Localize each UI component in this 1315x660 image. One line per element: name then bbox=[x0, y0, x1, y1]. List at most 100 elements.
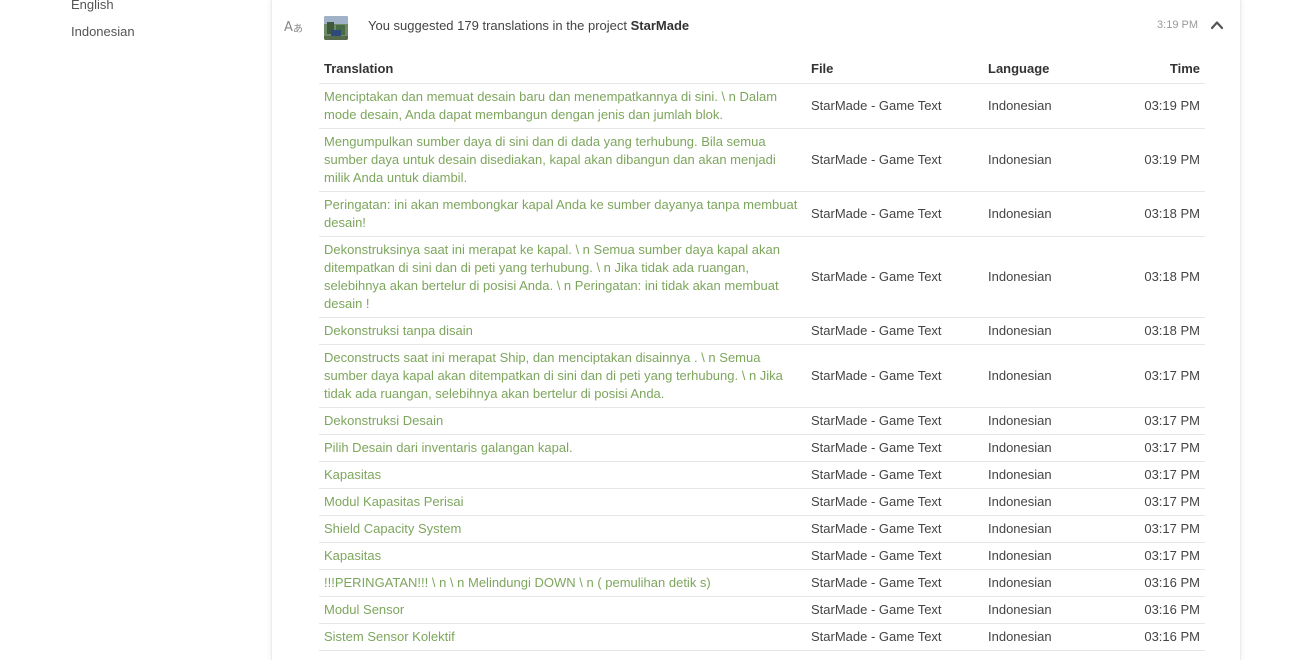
file-cell: StarMade - Game Text bbox=[806, 542, 983, 569]
translation-link[interactable]: Menciptakan dan memuat desain baru dan m… bbox=[324, 89, 777, 122]
time-cell: 03:18 PM bbox=[1117, 317, 1205, 344]
table-header-row: Translation File Language Time bbox=[319, 55, 1205, 83]
time-cell: 03:17 PM bbox=[1117, 542, 1205, 569]
table-row: Menciptakan dan memuat desain baru dan m… bbox=[319, 83, 1205, 128]
time-cell: 03:17 PM bbox=[1117, 515, 1205, 542]
column-header-language: Language bbox=[983, 55, 1117, 83]
svg-text:あ: あ bbox=[293, 23, 303, 35]
time-cell: 03:18 PM bbox=[1117, 236, 1205, 317]
file-cell: StarMade - Game Text bbox=[806, 434, 983, 461]
language-cell: Indonesian bbox=[983, 407, 1117, 434]
table-row: Modul Sensor StarMade - Game TextIndonesi… bbox=[319, 596, 1205, 623]
time-cell: 03:16 PM bbox=[1117, 569, 1205, 596]
translation-link[interactable]: Dekonstruksinya saat ini merapat ke kapa… bbox=[324, 242, 780, 311]
time-cell: 03:16 PM bbox=[1117, 623, 1205, 650]
column-header-time: Time bbox=[1117, 55, 1205, 83]
translation-link[interactable]: Deconstructs saat ini merapat Ship, dan … bbox=[324, 350, 783, 401]
translation-link[interactable]: Mengumpulkan sumber daya di sini dan di … bbox=[324, 134, 776, 185]
table-row: Dekonstruksi tanpa disain StarMade - Game… bbox=[319, 317, 1205, 344]
sidebar-language-english[interactable]: English bbox=[71, 0, 114, 13]
time-cell: 03:17 PM bbox=[1117, 407, 1205, 434]
translation-cell: Menciptakan dan memuat desain baru dan m… bbox=[319, 83, 806, 128]
column-header-translation: Translation bbox=[319, 55, 806, 83]
translation-cell: Peringatan: ini akan membongkar kapal An… bbox=[319, 191, 806, 236]
table-row: KapasitasStarMade - Game TextIndonesian0… bbox=[319, 542, 1205, 569]
table-row: Pilih Desain dari inventaris galangan ka… bbox=[319, 434, 1205, 461]
language-cell: Indonesian bbox=[983, 623, 1117, 650]
sidebar-language-indonesian[interactable]: Indonesian bbox=[71, 24, 135, 40]
language-cell: Indonesian bbox=[983, 317, 1117, 344]
translation-link[interactable]: !!!PERINGATAN!!! \ n \ n Melindungi DOWN… bbox=[324, 575, 711, 590]
file-cell: StarMade - Game Text bbox=[806, 128, 983, 191]
file-cell: StarMade - Game Text bbox=[806, 596, 983, 623]
language-sidebar: English Indonesian bbox=[0, 0, 260, 647]
activity-time: 3:19 PM bbox=[1157, 19, 1198, 31]
language-cell: Indonesian bbox=[983, 515, 1117, 542]
translation-link[interactable]: Pilih Desain dari inventaris galangan ka… bbox=[324, 440, 573, 455]
translation-cell: Sistem Sensor Kolektif bbox=[319, 623, 806, 650]
file-cell: StarMade - Game Text bbox=[806, 623, 983, 650]
translation-cell: Pilih Desain dari inventaris galangan ka… bbox=[319, 434, 806, 461]
translation-cell: Shield Capacity System bbox=[319, 515, 806, 542]
translation-link[interactable]: Peringatan: ini akan membongkar kapal An… bbox=[324, 197, 797, 230]
language-cell: Indonesian bbox=[983, 83, 1117, 128]
language-cell: Indonesian bbox=[983, 596, 1117, 623]
project-name-link[interactable]: StarMade bbox=[631, 18, 690, 33]
time-cell: 03:17 PM bbox=[1117, 344, 1205, 407]
chevron-up-icon[interactable] bbox=[1210, 18, 1224, 32]
table-row: Dekonstruksi Desain StarMade - Game TextI… bbox=[319, 407, 1205, 434]
file-cell: StarMade - Game Text bbox=[806, 317, 983, 344]
translate-icon: A あ bbox=[284, 17, 304, 35]
svg-text:A: A bbox=[284, 20, 293, 35]
file-cell: StarMade - Game Text bbox=[806, 461, 983, 488]
time-cell: 03:17 PM bbox=[1117, 461, 1205, 488]
language-cell: Indonesian bbox=[983, 434, 1117, 461]
translation-link[interactable]: Shield Capacity System bbox=[324, 521, 461, 536]
translation-cell: Kapasitas bbox=[319, 542, 806, 569]
translations-table: Translation File Language Time Menciptak… bbox=[319, 55, 1205, 651]
translation-cell: Mengumpulkan sumber daya di sini dan di … bbox=[319, 128, 806, 191]
table-row: Peringatan: ini akan membongkar kapal An… bbox=[319, 191, 1205, 236]
translation-link[interactable]: Sistem Sensor Kolektif bbox=[324, 629, 455, 644]
language-cell: Indonesian bbox=[983, 488, 1117, 515]
translation-link[interactable]: Modul Sensor bbox=[324, 602, 404, 617]
translation-cell: Dekonstruksinya saat ini merapat ke kapa… bbox=[319, 236, 806, 317]
translation-cell: Modul Kapasitas Perisai bbox=[319, 488, 806, 515]
table-row: Dekonstruksinya saat ini merapat ke kapa… bbox=[319, 236, 1205, 317]
table-row: !!!PERINGATAN!!! \ n \ n Melindungi DOWN… bbox=[319, 569, 1205, 596]
translation-link[interactable]: Dekonstruksi tanpa disain bbox=[324, 323, 473, 338]
time-cell: 03:17 PM bbox=[1117, 488, 1205, 515]
translation-link[interactable]: Kapasitas bbox=[324, 467, 381, 482]
table-row: Mengumpulkan sumber daya di sini dan di … bbox=[319, 128, 1205, 191]
translation-link[interactable]: Dekonstruksi Desain bbox=[324, 413, 443, 428]
translation-cell: !!!PERINGATAN!!! \ n \ n Melindungi DOWN… bbox=[319, 569, 806, 596]
table-row: Modul Kapasitas Perisai StarMade - Game T… bbox=[319, 488, 1205, 515]
language-cell: Indonesian bbox=[983, 344, 1117, 407]
language-cell: Indonesian bbox=[983, 236, 1117, 317]
language-cell: Indonesian bbox=[983, 569, 1117, 596]
time-cell: 03:19 PM bbox=[1117, 83, 1205, 128]
language-cell: Indonesian bbox=[983, 191, 1117, 236]
activity-summary-text: You suggested 179 translations in the pr… bbox=[368, 18, 627, 33]
file-cell: StarMade - Game Text bbox=[806, 407, 983, 434]
table-row: Deconstructs saat ini merapat Ship, dan … bbox=[319, 344, 1205, 407]
table-row: Shield Capacity SystemStarMade - Game Te… bbox=[319, 515, 1205, 542]
file-cell: StarMade - Game Text bbox=[806, 83, 983, 128]
language-cell: Indonesian bbox=[983, 461, 1117, 488]
translation-cell: Deconstructs saat ini merapat Ship, dan … bbox=[319, 344, 806, 407]
avatar[interactable] bbox=[324, 16, 348, 40]
translation-link[interactable]: Kapasitas bbox=[324, 548, 381, 563]
file-cell: StarMade - Game Text bbox=[806, 569, 983, 596]
file-cell: StarMade - Game Text bbox=[806, 191, 983, 236]
time-cell: 03:18 PM bbox=[1117, 191, 1205, 236]
time-cell: 03:17 PM bbox=[1117, 434, 1205, 461]
translation-link[interactable]: Modul Kapasitas Perisai bbox=[324, 494, 463, 509]
time-cell: 03:16 PM bbox=[1117, 596, 1205, 623]
table-row: Sistem Sensor Kolektif StarMade - Game Te… bbox=[319, 623, 1205, 650]
file-cell: StarMade - Game Text bbox=[806, 488, 983, 515]
translation-cell: Modul Sensor bbox=[319, 596, 806, 623]
file-cell: StarMade - Game Text bbox=[806, 344, 983, 407]
activity-card: A あ You suggested 179 translations in th… bbox=[271, 0, 1241, 660]
file-cell: StarMade - Game Text bbox=[806, 236, 983, 317]
language-cell: Indonesian bbox=[983, 128, 1117, 191]
